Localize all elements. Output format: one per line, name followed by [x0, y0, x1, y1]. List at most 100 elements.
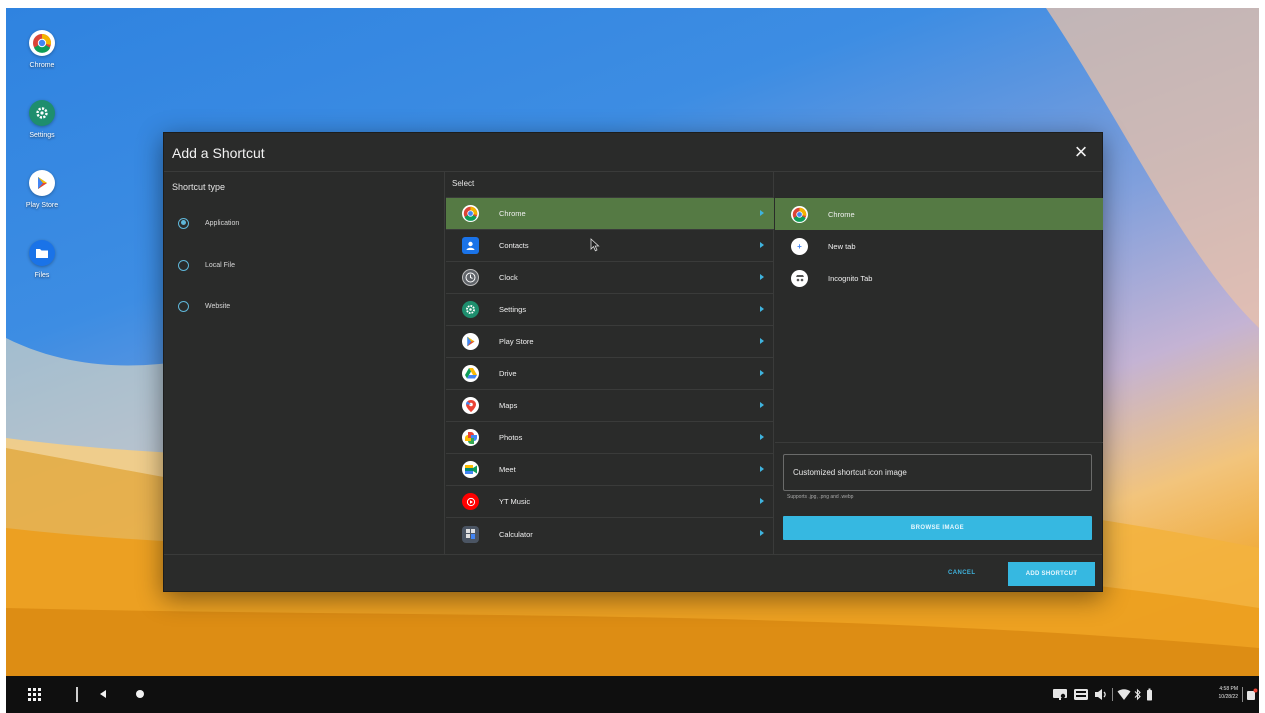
divider: [76, 687, 78, 702]
app-launcher-grid-icon[interactable]: [28, 688, 41, 701]
sub-item-label: Incognito Tab: [828, 273, 873, 283]
sub-item-new-tab[interactable]: + New tab: [775, 230, 1103, 262]
home-icon[interactable]: [136, 690, 144, 698]
yt-music-icon: [462, 493, 479, 510]
play-store-icon: [29, 170, 55, 196]
settings-gear-icon: [462, 301, 479, 318]
app-label: Maps: [499, 401, 518, 410]
taskbar: 4:58 PM 10/28/22: [6, 676, 1259, 713]
radio-website[interactable]: Website: [178, 298, 230, 314]
app-row-photos[interactable]: Photos: [446, 422, 774, 454]
settings-gear-icon: [29, 100, 55, 126]
screen-cast-icon[interactable]: [1052, 688, 1068, 701]
chevron-right-icon: [760, 370, 764, 376]
clock-icon: [462, 269, 479, 286]
drive-icon: [462, 365, 479, 382]
app-row-maps[interactable]: Maps: [446, 390, 774, 422]
desktop-icon-label: Files: [34, 272, 50, 279]
radio-button-checked[interactable]: [178, 217, 189, 229]
app-row-chrome[interactable]: Chrome: [446, 198, 774, 230]
radio-label: Website: [205, 302, 231, 310]
close-icon[interactable]: ×: [1070, 141, 1092, 164]
select-label: Select: [452, 179, 475, 188]
app-row-settings[interactable]: Settings: [446, 294, 774, 326]
wifi-icon[interactable]: [1117, 688, 1131, 701]
notification-icon[interactable]: [1246, 688, 1258, 701]
radio-local-file[interactable]: Local File: [178, 257, 235, 273]
desktop-icon-label: Chrome: [29, 62, 55, 69]
plus-icon: +: [791, 237, 808, 255]
app-list: Chrome Contacts Clock Settings Play Stor…: [446, 198, 774, 550]
play-store-icon: [462, 333, 479, 350]
app-label: YT Music: [499, 497, 531, 506]
sub-item-label: New tab: [828, 241, 856, 251]
browse-image-button[interactable]: BROWSE IMAGE: [783, 516, 1092, 540]
app-row-yt-music[interactable]: YT Music: [446, 486, 774, 518]
sub-item-chrome[interactable]: Chrome: [775, 198, 1103, 230]
chevron-right-icon: [760, 274, 764, 280]
keyboard-icon[interactable]: [1073, 688, 1089, 701]
divider: [1242, 687, 1243, 702]
chevron-right-icon: [760, 210, 764, 216]
chevron-right-icon: [760, 242, 764, 248]
app-row-meet[interactable]: Meet: [446, 454, 774, 486]
incognito-icon: [791, 269, 808, 287]
chevron-right-icon: [760, 402, 764, 408]
chrome-icon: [791, 205, 808, 223]
contacts-icon: [462, 237, 479, 254]
custom-icon-hint: Supports .jpg, .png and .webp: [787, 494, 854, 500]
dialog-title: Add a Shortcut: [172, 145, 265, 161]
app-label: Clock: [499, 273, 518, 282]
chevron-right-icon: [760, 498, 764, 504]
volume-icon[interactable]: [1094, 688, 1108, 701]
clock-display[interactable]: 4:58 PM 10/28/22: [1216, 685, 1238, 701]
app-label: Meet: [499, 465, 516, 474]
desktop-icon-settings[interactable]: Settings: [22, 100, 62, 139]
app-label: Settings: [499, 305, 527, 314]
desktop-icon-files[interactable]: Files: [22, 240, 62, 279]
custom-icon-input[interactable]: Customized shortcut icon image: [783, 454, 1092, 491]
chevron-right-icon: [760, 338, 764, 344]
divider: [164, 554, 1102, 555]
divider: [1112, 688, 1113, 701]
clock-time: 4:58 PM: [1219, 686, 1238, 692]
shortcut-type-panel: Shortcut type Application Local File Web…: [164, 172, 445, 554]
app-row-calculator[interactable]: Calculator: [446, 518, 774, 550]
app-row-contacts[interactable]: Contacts: [446, 230, 774, 262]
radio-label: Local File: [205, 261, 235, 269]
cancel-button[interactable]: CANCEL: [948, 570, 975, 576]
app-label: Play Store: [499, 337, 534, 346]
add-shortcut-button[interactable]: ADD SHORTCUT: [1008, 562, 1095, 586]
sub-item-incognito-tab[interactable]: Incognito Tab: [775, 262, 1103, 294]
desktop-icon-label: Play Store: [25, 202, 59, 209]
back-icon[interactable]: [100, 690, 106, 698]
chevron-right-icon: [760, 530, 764, 536]
folder-icon: [29, 240, 55, 266]
add-shortcut-dialog: Add a Shortcut × Shortcut type Applicati…: [163, 132, 1103, 592]
app-row-play-store[interactable]: Play Store: [446, 326, 774, 358]
sub-item-panel: Chrome + New tab Incognito Tab Customize…: [775, 172, 1103, 554]
app-label: Contacts: [499, 241, 529, 250]
desktop-icon-play-store[interactable]: Play Store: [22, 170, 62, 209]
app-label: Chrome: [499, 209, 526, 218]
app-row-drive[interactable]: Drive: [446, 358, 774, 390]
desktop-icon-chrome[interactable]: Chrome: [22, 30, 62, 69]
sub-item-list: Chrome + New tab Incognito Tab: [775, 198, 1103, 294]
maps-icon: [462, 397, 479, 414]
chevron-right-icon: [760, 306, 764, 312]
radio-application[interactable]: Application: [178, 215, 239, 231]
sub-item-label: Chrome: [828, 209, 855, 219]
divider: [775, 442, 1103, 443]
radio-button[interactable]: [178, 259, 189, 271]
bluetooth-icon[interactable]: [1134, 688, 1142, 701]
desktop-icon-label: Settings: [29, 132, 55, 139]
app-row-clock[interactable]: Clock: [446, 262, 774, 294]
chevron-right-icon: [760, 466, 764, 472]
radio-label: Application: [205, 219, 240, 227]
app-label: Calculator: [499, 529, 533, 539]
chrome-icon: [29, 30, 55, 56]
shortcut-type-label: Shortcut type: [172, 182, 226, 192]
radio-button[interactable]: [178, 300, 189, 312]
app-label: Photos: [499, 433, 523, 442]
mouse-cursor-icon: [590, 238, 600, 257]
